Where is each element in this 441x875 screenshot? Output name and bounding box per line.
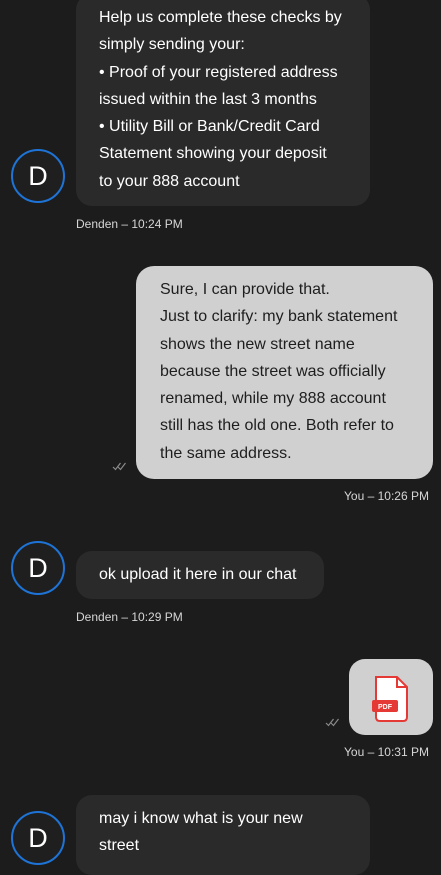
message-text-line: ok upload it here in our chat [99,566,297,583]
message-text-line: simply sending your: [99,36,245,54]
avatar: D [11,541,65,595]
incoming-message-bubble: Help us complete these checks by simply … [76,0,370,206]
avatar-initial: D [28,822,48,853]
message-meta: Denden – 10:24 PM [76,217,183,231]
read-receipt-icon [112,462,126,471]
incoming-message-bubble: may i know what is your new street [76,795,370,875]
message-meta: You – 10:26 PM [344,489,429,503]
message-meta: Denden – 10:29 PM [76,610,183,624]
read-receipt-icon [325,718,339,727]
pdf-file-icon[interactable]: PDF [372,676,410,722]
message-text-line: Statement showing your deposit [99,145,327,163]
message-text-line: street [99,837,140,855]
message-text-line: Help us complete these checks by [99,9,342,26]
outgoing-message-bubble: Sure, I can provide that. Just to clarif… [136,266,433,479]
message-text-line: Sure, I can provide that. [160,281,330,298]
message-text-line: because the street was officially [160,362,386,380]
pdf-attachment-bubble[interactable]: PDF [349,659,433,735]
message-text-line: Just to clarify: my bank statement [160,308,398,326]
message-text-line: still has the old one. Both refer to [160,417,394,435]
message-text-line: • Utility Bill or Bank/Credit Card [99,118,320,136]
avatar: D [11,149,65,203]
message-meta: You – 10:31 PM [344,745,429,759]
avatar-initial: D [28,552,48,583]
incoming-message-bubble: ok upload it here in our chat [76,551,324,599]
pdf-badge-label: PDF [378,704,393,711]
message-text-line: shows the new street name [160,335,355,353]
message-text-line: may i know what is your new [99,810,303,827]
message-text-line: renamed, while my 888 account [160,390,386,408]
message-text-line: to your 888 account [99,172,240,190]
message-text-line: • Proof of your registered address [99,63,338,81]
message-text-line: the same address. [160,444,292,462]
avatar-initial: D [28,160,48,191]
avatar: D [11,811,65,865]
message-text-line: issued within the last 3 months [99,90,317,108]
